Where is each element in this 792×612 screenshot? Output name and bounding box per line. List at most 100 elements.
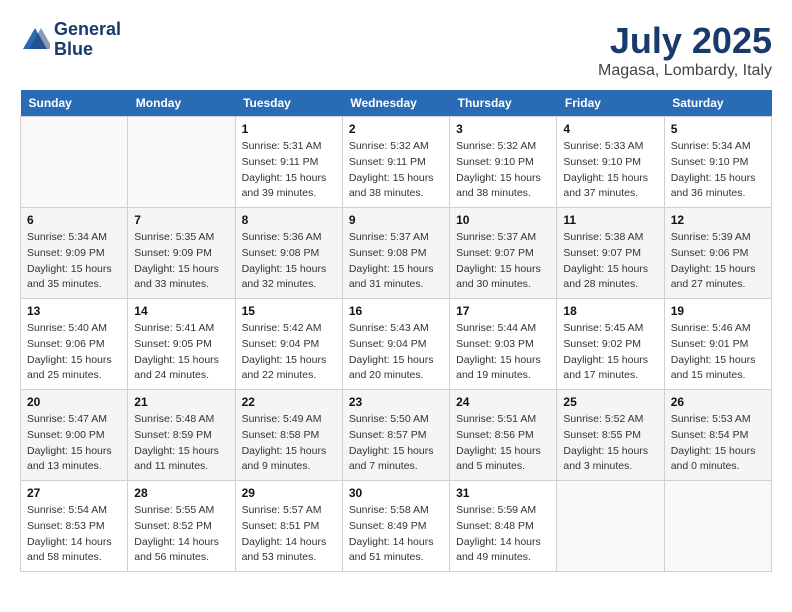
day-info: Sunrise: 5:54 AM Sunset: 8:53 PM Dayligh… [27, 503, 121, 566]
day-info: Sunrise: 5:42 AM Sunset: 9:04 PM Dayligh… [242, 321, 336, 384]
calendar-cell: 31 Sunrise: 5:59 AM Sunset: 8:48 PM Dayli… [450, 481, 557, 572]
weekday-header: Saturday [664, 90, 771, 117]
calendar-cell: 23 Sunrise: 5:50 AM Sunset: 8:57 PM Dayli… [342, 390, 449, 481]
logo-line2: Blue [54, 40, 121, 60]
logo-line1: General [54, 20, 121, 40]
day-info: Sunrise: 5:59 AM Sunset: 8:48 PM Dayligh… [456, 503, 550, 566]
calendar-cell: 26Sunrise: 5:53 AM Sunset: 8:54 PM Dayli… [664, 390, 771, 481]
calendar-cell: 18 Sunrise: 5:45 AM Sunset: 9:02 PM Dayli… [557, 299, 664, 390]
calendar-cell: 29Sunrise: 5:57 AM Sunset: 8:51 PM Dayli… [235, 481, 342, 572]
calendar-cell: 17Sunrise: 5:44 AM Sunset: 9:03 PM Dayli… [450, 299, 557, 390]
month-title: July 2025 [598, 20, 772, 62]
day-number: 18 [563, 304, 657, 318]
calendar-cell: 14Sunrise: 5:41 AM Sunset: 9:05 PM Dayli… [128, 299, 235, 390]
title-block: July 2025 Magasa, Lombardy, Italy [598, 20, 772, 80]
day-number: 26 [671, 395, 765, 409]
day-info: Sunrise: 5:44 AM Sunset: 9:03 PM Dayligh… [456, 321, 550, 384]
calendar-cell: 7Sunrise: 5:35 AM Sunset: 9:09 PM Daylig… [128, 208, 235, 299]
day-info: Sunrise: 5:49 AM Sunset: 8:58 PM Dayligh… [242, 412, 336, 475]
calendar-cell: 11 Sunrise: 5:38 AM Sunset: 9:07 PM Dayli… [557, 208, 664, 299]
calendar-cell: 6Sunrise: 5:34 AM Sunset: 9:09 PM Daylig… [21, 208, 128, 299]
day-info: Sunrise: 5:41 AM Sunset: 9:05 PM Dayligh… [134, 321, 228, 384]
weekday-header: Tuesday [235, 90, 342, 117]
calendar-week-row: 27 Sunrise: 5:54 AM Sunset: 8:53 PM Dayli… [21, 481, 772, 572]
day-info: Sunrise: 5:51 AM Sunset: 8:56 PM Dayligh… [456, 412, 550, 475]
day-info: Sunrise: 5:36 AM Sunset: 9:08 PM Dayligh… [242, 230, 336, 293]
calendar-cell: 1Sunrise: 5:31 AM Sunset: 9:11 PM Daylig… [235, 117, 342, 208]
day-info: Sunrise: 5:45 AM Sunset: 9:02 PM Dayligh… [563, 321, 657, 384]
calendar-cell: 22 Sunrise: 5:49 AM Sunset: 8:58 PM Dayli… [235, 390, 342, 481]
day-number: 5 [671, 122, 765, 136]
day-info: Sunrise: 5:34 AM Sunset: 9:09 PM Dayligh… [27, 230, 121, 293]
logo-text: General Blue [54, 20, 121, 60]
weekday-header: Sunday [21, 90, 128, 117]
calendar-cell: 5 Sunrise: 5:34 AM Sunset: 9:10 PM Daylig… [664, 117, 771, 208]
calendar-cell: 4 Sunrise: 5:33 AM Sunset: 9:10 PM Daylig… [557, 117, 664, 208]
calendar-cell: 19Sunrise: 5:46 AM Sunset: 9:01 PM Dayli… [664, 299, 771, 390]
day-info: Sunrise: 5:50 AM Sunset: 8:57 PM Dayligh… [349, 412, 443, 475]
day-info: Sunrise: 5:31 AM Sunset: 9:11 PM Dayligh… [242, 139, 336, 202]
calendar-table: SundayMondayTuesdayWednesdayThursdayFrid… [20, 90, 772, 572]
calendar-week-row: 13Sunrise: 5:40 AM Sunset: 9:06 PM Dayli… [21, 299, 772, 390]
logo-icon [20, 25, 50, 55]
weekday-header: Friday [557, 90, 664, 117]
page-header: General Blue July 2025 Magasa, Lombardy,… [20, 20, 772, 80]
weekday-header: Wednesday [342, 90, 449, 117]
calendar-cell: 15Sunrise: 5:42 AM Sunset: 9:04 PM Dayli… [235, 299, 342, 390]
calendar-cell: 13Sunrise: 5:40 AM Sunset: 9:06 PM Dayli… [21, 299, 128, 390]
calendar-header: SundayMondayTuesdayWednesdayThursdayFrid… [21, 90, 772, 117]
calendar-week-row: 1Sunrise: 5:31 AM Sunset: 9:11 PM Daylig… [21, 117, 772, 208]
calendar-cell: 30Sunrise: 5:58 AM Sunset: 8:49 PM Dayli… [342, 481, 449, 572]
day-number: 23 [349, 395, 443, 409]
day-number: 3 [456, 122, 550, 136]
calendar-cell: 21Sunrise: 5:48 AM Sunset: 8:59 PM Dayli… [128, 390, 235, 481]
day-number: 21 [134, 395, 228, 409]
day-number: 25 [563, 395, 657, 409]
location: Magasa, Lombardy, Italy [598, 62, 772, 80]
calendar-cell: 28 Sunrise: 5:55 AM Sunset: 8:52 PM Dayli… [128, 481, 235, 572]
calendar-cell: 12 Sunrise: 5:39 AM Sunset: 9:06 PM Dayli… [664, 208, 771, 299]
day-info: Sunrise: 5:32 AM Sunset: 9:10 PM Dayligh… [456, 139, 550, 202]
logo: General Blue [20, 20, 121, 60]
calendar-cell [557, 481, 664, 572]
calendar-cell: 20Sunrise: 5:47 AM Sunset: 9:00 PM Dayli… [21, 390, 128, 481]
day-info: Sunrise: 5:32 AM Sunset: 9:11 PM Dayligh… [349, 139, 443, 202]
calendar-week-row: 20Sunrise: 5:47 AM Sunset: 9:00 PM Dayli… [21, 390, 772, 481]
calendar-cell: 16 Sunrise: 5:43 AM Sunset: 9:04 PM Dayli… [342, 299, 449, 390]
day-number: 11 [563, 213, 657, 227]
day-number: 12 [671, 213, 765, 227]
day-number: 27 [27, 486, 121, 500]
day-info: Sunrise: 5:37 AM Sunset: 9:08 PM Dayligh… [349, 230, 443, 293]
calendar-week-row: 6Sunrise: 5:34 AM Sunset: 9:09 PM Daylig… [21, 208, 772, 299]
calendar-cell: 8Sunrise: 5:36 AM Sunset: 9:08 PM Daylig… [235, 208, 342, 299]
day-info: Sunrise: 5:33 AM Sunset: 9:10 PM Dayligh… [563, 139, 657, 202]
day-info: Sunrise: 5:39 AM Sunset: 9:06 PM Dayligh… [671, 230, 765, 293]
calendar-cell: 24 Sunrise: 5:51 AM Sunset: 8:56 PM Dayli… [450, 390, 557, 481]
day-number: 4 [563, 122, 657, 136]
calendar-cell: 9Sunrise: 5:37 AM Sunset: 9:08 PM Daylig… [342, 208, 449, 299]
calendar-cell: 3 Sunrise: 5:32 AM Sunset: 9:10 PM Daylig… [450, 117, 557, 208]
day-number: 20 [27, 395, 121, 409]
day-number: 31 [456, 486, 550, 500]
day-info: Sunrise: 5:43 AM Sunset: 9:04 PM Dayligh… [349, 321, 443, 384]
day-number: 10 [456, 213, 550, 227]
day-number: 16 [349, 304, 443, 318]
day-number: 24 [456, 395, 550, 409]
day-number: 28 [134, 486, 228, 500]
day-number: 2 [349, 122, 443, 136]
calendar-cell [128, 117, 235, 208]
day-info: Sunrise: 5:38 AM Sunset: 9:07 PM Dayligh… [563, 230, 657, 293]
calendar-cell: 25 Sunrise: 5:52 AM Sunset: 8:55 PM Dayli… [557, 390, 664, 481]
calendar-cell: 10Sunrise: 5:37 AM Sunset: 9:07 PM Dayli… [450, 208, 557, 299]
day-info: Sunrise: 5:55 AM Sunset: 8:52 PM Dayligh… [134, 503, 228, 566]
weekday-header: Thursday [450, 90, 557, 117]
day-info: Sunrise: 5:34 AM Sunset: 9:10 PM Dayligh… [671, 139, 765, 202]
weekday-row: SundayMondayTuesdayWednesdayThursdayFrid… [21, 90, 772, 117]
calendar-cell: 27 Sunrise: 5:54 AM Sunset: 8:53 PM Dayli… [21, 481, 128, 572]
calendar-cell [664, 481, 771, 572]
day-info: Sunrise: 5:52 AM Sunset: 8:55 PM Dayligh… [563, 412, 657, 475]
day-info: Sunrise: 5:58 AM Sunset: 8:49 PM Dayligh… [349, 503, 443, 566]
day-number: 29 [242, 486, 336, 500]
day-info: Sunrise: 5:35 AM Sunset: 9:09 PM Dayligh… [134, 230, 228, 293]
day-number: 22 [242, 395, 336, 409]
